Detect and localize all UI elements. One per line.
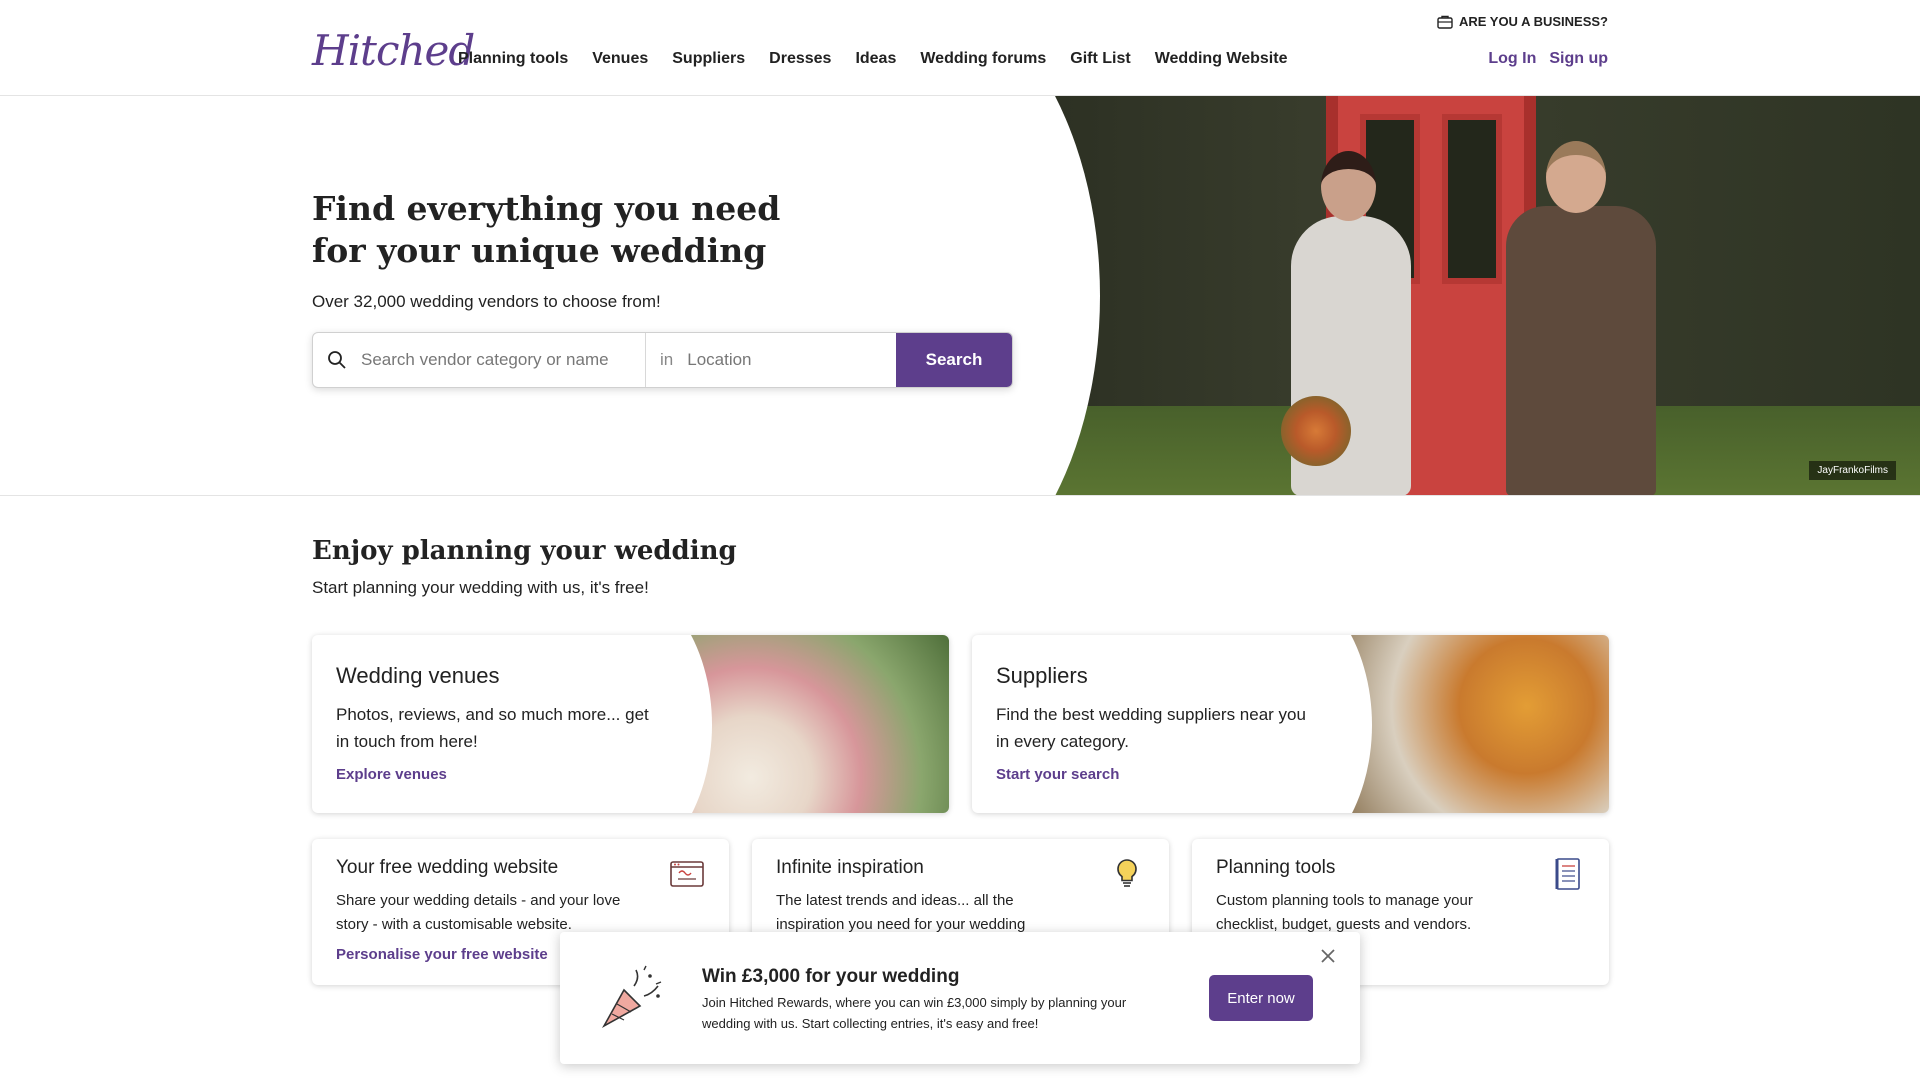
venues-card-desc: Photos, reviews, and so much more... get… [336,705,649,751]
business-link-label: ARE YOU A BUSINESS? [1458,14,1608,29]
popup-desc: Join Hitched Rewards, where you can win … [702,995,1127,1031]
nav-venues[interactable]: Venues [592,50,648,68]
nav-wedding-forums[interactable]: Wedding forums [920,50,1046,68]
login-link[interactable]: Log In [1488,50,1536,68]
hero-couple-photo: JayFrankoFilms [1016,96,1920,495]
personalise-website-link[interactable]: Personalise your free website [336,946,548,963]
hero-section: JayFrankoFilms Find everything you need … [0,96,1920,496]
main-nav: Planning tools Venues Suppliers Dresses … [458,50,1311,68]
explore-venues-link[interactable]: Explore venues [336,766,447,783]
planning-section-subtitle: Start planning your wedding with us, it'… [312,578,649,597]
venues-card-title: Wedding venues [336,663,500,688]
photo-groom [1506,206,1656,495]
nav-suppliers[interactable]: Suppliers [672,50,745,68]
suppliers-card-desc: Find the best wedding suppliers near you… [996,705,1306,751]
nav-planning-tools[interactable]: Planning tools [458,50,568,68]
inspiration-card-desc: The latest trends and ideas... all the i… [776,892,1026,933]
hitched-logo[interactable]: Hitched [312,26,475,75]
search-button[interactable]: Search [896,333,1012,387]
planning-tools-card-desc: Custom planning tools to manage your che… [1216,892,1473,933]
enter-now-button[interactable]: Enter now [1209,975,1313,1021]
location-in-label: in [660,350,674,369]
suppliers-card-title: Suppliers [996,663,1088,688]
briefcase-icon [1437,15,1453,29]
notebook-icon [1555,858,1580,890]
venues-card[interactable]: Wedding venues Photos, reviews, and so m… [312,635,949,813]
photo-bouquet [1281,396,1351,466]
signup-link[interactable]: Sign up [1549,50,1608,68]
nav-wedding-website[interactable]: Wedding Website [1155,50,1288,68]
lightbulb-icon [1117,859,1137,887]
location-input[interactable] [687,350,896,370]
search-icon [328,351,346,369]
auth-links: Log In Sign up [1488,50,1608,68]
business-link[interactable]: ARE YOU A BUSINESS? [1437,14,1608,29]
nav-gift-list[interactable]: Gift List [1070,50,1130,68]
hero-subtitle: Over 32,000 wedding vendors to choose fr… [312,292,661,311]
vendor-category-input[interactable] [361,350,645,370]
vendor-search-bar: in Search [312,332,1013,388]
party-popper-icon [601,965,662,1029]
site-header: Hitched Planning tools Venues Suppliers … [0,0,1920,96]
suppliers-card[interactable]: Suppliers Find the best wedding supplier… [972,635,1609,813]
popup-title: Win £3,000 for your wedding [702,966,960,987]
nav-dresses[interactable]: Dresses [769,50,831,68]
planning-tools-card-title: Planning tools [1216,857,1336,878]
wedding-website-card-title: Your free wedding website [336,857,559,878]
nav-ideas[interactable]: Ideas [855,50,896,68]
hero-title: Find everything you need for your unique… [312,189,781,270]
rewards-popup: Win £3,000 for your wedding Join Hitched… [560,932,1360,1064]
start-search-link[interactable]: Start your search [996,766,1119,783]
wedding-website-card-desc: Share your wedding details - and your lo… [336,892,621,933]
photo-credit: JayFrankoFilms [1809,461,1896,480]
website-icon [670,861,704,887]
planning-section-title: Enjoy planning your wedding [312,536,737,566]
inspiration-card-title: Infinite inspiration [776,857,924,878]
close-icon[interactable] [1319,947,1337,965]
